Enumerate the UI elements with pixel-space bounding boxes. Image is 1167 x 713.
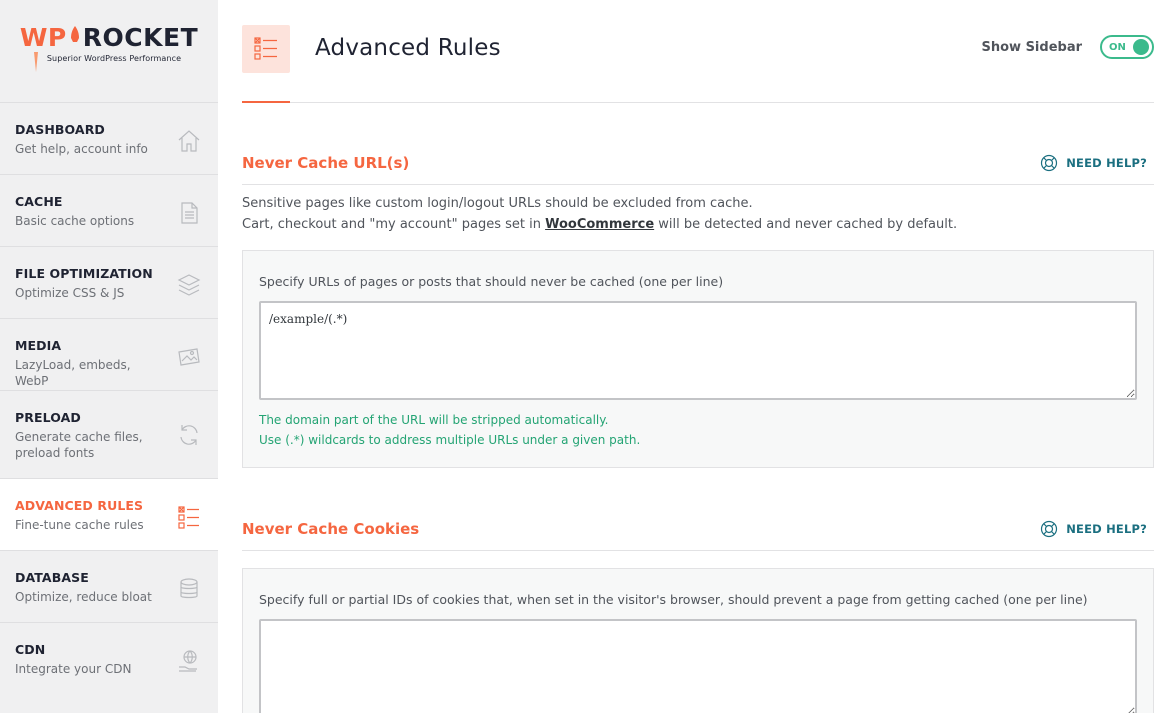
logo-wp-text: WP: [19, 23, 67, 52]
sidebar-item-cache[interactable]: CACHE Basic cache options: [0, 174, 218, 246]
rocket-flame-icon: [70, 25, 80, 51]
section-title: Never Cache URL(s): [242, 153, 410, 172]
sidebar-item-cdn[interactable]: CDN Integrate your CDN: [0, 622, 218, 694]
section-header-never-cache-urls: Never Cache URL(s) NEED HELP?: [242, 143, 1154, 185]
nav-subtitle: Integrate your CDN: [15, 662, 132, 676]
description-text: will be detected and never cached by def…: [654, 217, 958, 232]
flame-tail-icon: [34, 52, 38, 72]
field-label: Specify full or partial IDs of cookies t…: [259, 592, 1088, 607]
never-cache-urls-textarea[interactable]: /example/(.*): [259, 301, 1137, 400]
sidebar: WP ROCKET Superior WordPress Performance…: [0, 0, 218, 713]
nav-subtitle: Fine-tune cache rules: [15, 518, 144, 532]
toggle-state-label: ON: [1109, 41, 1126, 53]
hint-line: Use (.*) wildcards to address multiple U…: [259, 433, 641, 447]
nav-subtitle: Optimize, reduce bloat: [15, 590, 152, 604]
sidebar-item-media[interactable]: MEDIA LazyLoad, embeds, WebP: [0, 318, 218, 390]
checklist-icon: [178, 506, 199, 529]
need-help-label: NEED HELP?: [1066, 155, 1147, 170]
nav-title: CACHE: [15, 194, 63, 209]
nav-subtitle: Generate cache files, preload fonts: [15, 430, 143, 460]
database-icon: [180, 578, 198, 599]
layers-icon: [177, 274, 201, 296]
header-icon-box: [242, 25, 290, 73]
image-icon: [178, 348, 200, 366]
nav-title: DASHBOARD: [15, 122, 105, 137]
logo-rocket-text: ROCKET: [82, 23, 199, 52]
nav-title: PRELOAD: [15, 410, 81, 425]
never-cache-cookies-textarea[interactable]: [259, 619, 1137, 713]
sidebar-item-file-optimization[interactable]: FILE OPTIMIZATION Optimize CSS & JS: [0, 246, 218, 318]
show-sidebar-label: Show Sidebar: [981, 39, 1082, 55]
need-help-label: NEED HELP?: [1066, 521, 1147, 536]
field-hint: The domain part of the URL will be strip…: [259, 410, 1137, 450]
page-icon: [181, 202, 198, 224]
need-help-link[interactable]: NEED HELP?: [1040, 154, 1147, 172]
page-title: Advanced Rules: [315, 35, 501, 61]
nav-title: MEDIA: [15, 338, 62, 353]
need-help-link[interactable]: NEED HELP?: [1040, 520, 1147, 538]
checklist-icon: [254, 37, 277, 60]
toggle-knob: [1133, 39, 1149, 55]
nav-subtitle: Get help, account info: [15, 142, 148, 156]
lifebuoy-icon: [1041, 154, 1058, 171]
sidebar-item-preload[interactable]: PRELOAD Generate cache files, preload fo…: [0, 390, 218, 478]
description-text: Cart, checkout and "my account" pages se…: [242, 217, 546, 232]
main-content: Advanced Rules Show Sidebar ON Never Cac…: [218, 0, 1167, 713]
description-line: Sensitive pages like custom login/logout…: [242, 196, 753, 211]
header-accent-underline: [242, 101, 290, 103]
sidebar-item-advanced-rules[interactable]: ADVANCED RULES Fine-tune cache rules: [0, 478, 218, 550]
sidebar-item-dashboard[interactable]: DASHBOARD Get help, account info: [0, 102, 218, 174]
nav-subtitle: Basic cache options: [15, 214, 135, 228]
app: WP ROCKET Superior WordPress Performance…: [0, 0, 1167, 713]
section-header-never-cache-cookies: Never Cache Cookies NEED HELP?: [242, 509, 1154, 551]
show-sidebar-toggle[interactable]: ON: [1100, 35, 1154, 59]
woocommerce-link[interactable]: WooCommerce: [545, 217, 654, 232]
never-cache-cookies-field: Specify full or partial IDs of cookies t…: [242, 568, 1154, 713]
lifebuoy-icon: [1041, 520, 1058, 537]
home-icon: [178, 130, 200, 152]
nav-subtitle: Optimize CSS & JS: [15, 286, 125, 300]
hint-line: The domain part of the URL will be strip…: [259, 413, 609, 427]
section-description: Sensitive pages like custom login/logout…: [242, 193, 1154, 235]
logo-tagline: Superior WordPress Performance: [46, 54, 182, 63]
page-header: Advanced Rules Show Sidebar ON: [242, 0, 1154, 103]
sidebar-item-database[interactable]: DATABASE Optimize, reduce bloat: [0, 550, 218, 622]
field-label: Specify URLs of pages or posts that shou…: [259, 274, 724, 289]
nav-subtitle: LazyLoad, embeds, WebP: [15, 358, 131, 388]
nav-title: FILE OPTIMIZATION: [15, 266, 153, 281]
show-sidebar-control: Show Sidebar ON: [981, 35, 1154, 59]
globe-hand-icon: [179, 650, 197, 672]
wp-rocket-logo[interactable]: WP ROCKET Superior WordPress Performance: [0, 0, 218, 102]
never-cache-urls-field: Specify URLs of pages or posts that shou…: [242, 250, 1154, 468]
section-title: Never Cache Cookies: [242, 519, 420, 538]
nav-title: CDN: [15, 642, 46, 657]
nav-title: DATABASE: [15, 570, 89, 585]
refresh-icon: [180, 425, 198, 445]
nav-title: ADVANCED RULES: [15, 498, 144, 513]
description-line: Cart, checkout and "my account" pages se…: [242, 214, 1154, 235]
